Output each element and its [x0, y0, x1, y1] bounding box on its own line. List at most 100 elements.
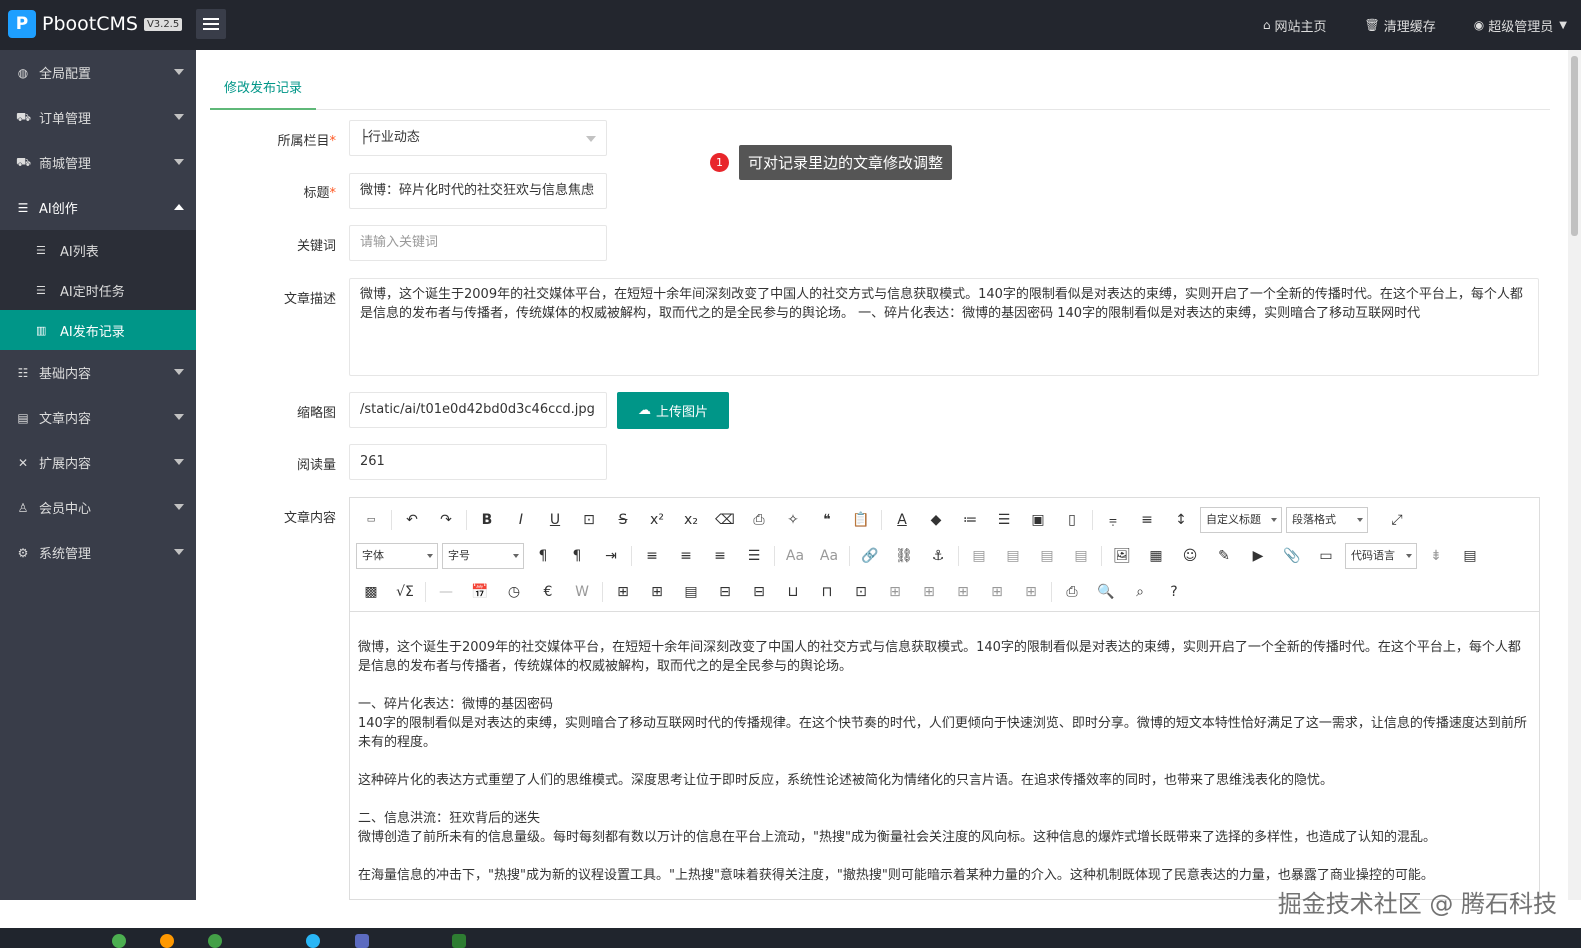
undo-icon[interactable]: ↶: [395, 506, 429, 534]
delete-row-icon[interactable]: ⊟: [742, 578, 776, 606]
scrollbar-thumb[interactable]: [1571, 56, 1578, 236]
time-icon[interactable]: ◷: [497, 578, 531, 606]
horizontal-rule-icon[interactable]: —: [429, 578, 463, 606]
tab-edit-publish-log[interactable]: 修改发布记录: [210, 72, 317, 110]
fullscreen-icon[interactable]: ⤢: [1380, 506, 1414, 534]
keywords-input[interactable]: 请输入关键词: [349, 225, 607, 261]
split-rows-icon[interactable]: ⊞: [980, 578, 1014, 606]
sidebar-item-article-content[interactable]: ▤ 文章内容: [0, 395, 196, 440]
custom-title-select[interactable]: 自定义标题: [1200, 507, 1282, 533]
font-family-select[interactable]: 字体: [356, 543, 438, 569]
font-size-select[interactable]: 字号: [442, 543, 524, 569]
date-icon[interactable]: 📅: [463, 578, 497, 606]
app-icon[interactable]: [452, 934, 466, 948]
line-height-icon[interactable]: ↕: [1164, 506, 1198, 534]
title-input[interactable]: 微博：碎片化时代的社交狂欢与信息焦虑: [349, 173, 607, 209]
image-center-icon[interactable]: ▤: [1064, 542, 1098, 570]
admin-user-menu[interactable]: ◉ 超级管理员 ▼: [1474, 16, 1567, 35]
blockquote-icon[interactable]: ❝: [810, 506, 844, 534]
lowercase-icon[interactable]: Aa: [812, 542, 846, 570]
background-icon[interactable]: ▩: [354, 578, 388, 606]
search-replace-icon[interactable]: ⌕: [1123, 578, 1157, 606]
unlink-icon[interactable]: ⛓: [887, 542, 921, 570]
views-input[interactable]: 261: [349, 444, 607, 480]
redo-icon[interactable]: ↷: [429, 506, 463, 534]
site-home-link[interactable]: ⌂ 网站主页: [1263, 16, 1327, 35]
special-char-icon[interactable]: €: [531, 578, 565, 606]
insert-paragraph-before-table-icon[interactable]: ▤: [674, 578, 708, 606]
upload-image-button[interactable]: ☁ 上传图片: [617, 392, 729, 429]
html-source-icon[interactable]: ▭: [354, 506, 388, 534]
background-color-icon[interactable]: ◆: [919, 506, 953, 534]
format-match-icon[interactable]: ⎙: [742, 506, 776, 534]
insert-table-icon[interactable]: ⊞: [606, 578, 640, 606]
link-icon[interactable]: 🔗: [853, 542, 887, 570]
ltr-icon[interactable]: ¶: [526, 542, 560, 570]
menu-toggle-button[interactable]: [196, 9, 226, 39]
delete-table-icon[interactable]: ⊞: [640, 578, 674, 606]
ordered-list-icon[interactable]: ≔: [953, 506, 987, 534]
sidebar-item-orders[interactable]: ⛟ 订单管理: [0, 95, 196, 140]
subscript-icon[interactable]: x₂: [674, 506, 708, 534]
merge-right-icon[interactable]: ⊞: [878, 578, 912, 606]
align-justify-icon[interactable]: ☰: [737, 542, 771, 570]
delete-col-icon[interactable]: ⊓: [810, 578, 844, 606]
browser-icon[interactable]: [112, 934, 126, 948]
sidebar-item-global-config[interactable]: ◍ 全局配置: [0, 50, 196, 95]
strikethrough-icon[interactable]: S: [606, 506, 640, 534]
scrawl-icon[interactable]: ✎: [1207, 542, 1241, 570]
sidebar-subitem-ai-list[interactable]: ☰ AI列表: [0, 230, 196, 270]
font-color-icon[interactable]: A: [885, 506, 919, 534]
insert-image-icon[interactable]: 🖼: [1105, 542, 1139, 570]
paragraph-format-select[interactable]: 段落格式: [1286, 507, 1368, 533]
clear-doc-icon[interactable]: ▯: [1055, 506, 1089, 534]
word-image-icon[interactable]: W: [565, 578, 599, 606]
print-icon[interactable]: ⎙: [1055, 578, 1089, 606]
align-right-icon[interactable]: ≡: [703, 542, 737, 570]
select-all-icon[interactable]: ▣: [1021, 506, 1055, 534]
preview-icon[interactable]: 🔍: [1089, 578, 1123, 606]
description-textarea[interactable]: 微博，这个诞生于2009年的社交媒体平台，在短短十余年间深刻改变了中国人的社交方…: [349, 278, 1539, 376]
unordered-list-icon[interactable]: ☰: [987, 506, 1021, 534]
font-border-icon[interactable]: ⊡: [572, 506, 606, 534]
map-icon[interactable]: ▭: [1309, 542, 1343, 570]
emoji-icon[interactable]: ☺: [1173, 542, 1207, 570]
merge-down-icon[interactable]: ⊞: [912, 578, 946, 606]
bold-icon[interactable]: B: [470, 506, 504, 534]
image-none-icon[interactable]: ▤: [962, 542, 996, 570]
indent-icon[interactable]: ⇥: [594, 542, 628, 570]
sidebar-subitem-ai-schedule[interactable]: ☰ AI定时任务: [0, 270, 196, 310]
align-center-icon[interactable]: ≡: [669, 542, 703, 570]
thumbnail-input[interactable]: /static/ai/t01e0d42bd0d3c46ccd.jpg: [349, 392, 607, 428]
sidebar-item-extended-content[interactable]: ✕ 扩展内容: [0, 440, 196, 485]
sidebar-item-member-center[interactable]: ♙ 会员中心: [0, 485, 196, 530]
image-left-icon[interactable]: ▤: [996, 542, 1030, 570]
image-right-icon[interactable]: ▤: [1030, 542, 1064, 570]
category-select[interactable]: ├行业动态: [349, 120, 607, 156]
sidebar-subitem-ai-publish-log[interactable]: ▥ AI发布记录: [0, 310, 196, 350]
clear-cache-link[interactable]: 🗑 清理缓存: [1365, 16, 1436, 35]
align-left-icon[interactable]: ≡: [635, 542, 669, 570]
uppercase-icon[interactable]: Aa: [778, 542, 812, 570]
sidebar-item-ai-create[interactable]: ☰ AI创作: [0, 185, 196, 230]
multi-image-icon[interactable]: ▦: [1139, 542, 1173, 570]
sidebar-item-system[interactable]: ⚙ 系统管理: [0, 530, 196, 575]
insert-row-icon[interactable]: ⊟: [708, 578, 742, 606]
underline-icon[interactable]: U: [538, 506, 572, 534]
editor-content-area[interactable]: 微博，这个诞生于2009年的社交媒体平台，在短短十余年间深刻改变了中国人的社交方…: [350, 612, 1539, 885]
template-icon[interactable]: ▤: [1453, 542, 1487, 570]
sidebar-item-shop[interactable]: ⛟ 商城管理: [0, 140, 196, 185]
code-language-select[interactable]: 代码语言: [1345, 543, 1417, 569]
row-spacing-bottom-icon[interactable]: ≡: [1130, 506, 1164, 534]
split-cols-icon[interactable]: ⊞: [1014, 578, 1048, 606]
app-icon[interactable]: [306, 934, 320, 948]
page-scrollbar[interactable]: [1568, 50, 1581, 900]
insert-col-icon[interactable]: ⊔: [776, 578, 810, 606]
split-cells-icon[interactable]: ⊞: [946, 578, 980, 606]
formula-icon[interactable]: √Σ: [388, 578, 422, 606]
app-icon[interactable]: [160, 934, 174, 948]
attachment-icon[interactable]: 📎: [1275, 542, 1309, 570]
rtl-icon[interactable]: ¶: [560, 542, 594, 570]
app-icon[interactable]: [208, 934, 222, 948]
superscript-icon[interactable]: x²: [640, 506, 674, 534]
